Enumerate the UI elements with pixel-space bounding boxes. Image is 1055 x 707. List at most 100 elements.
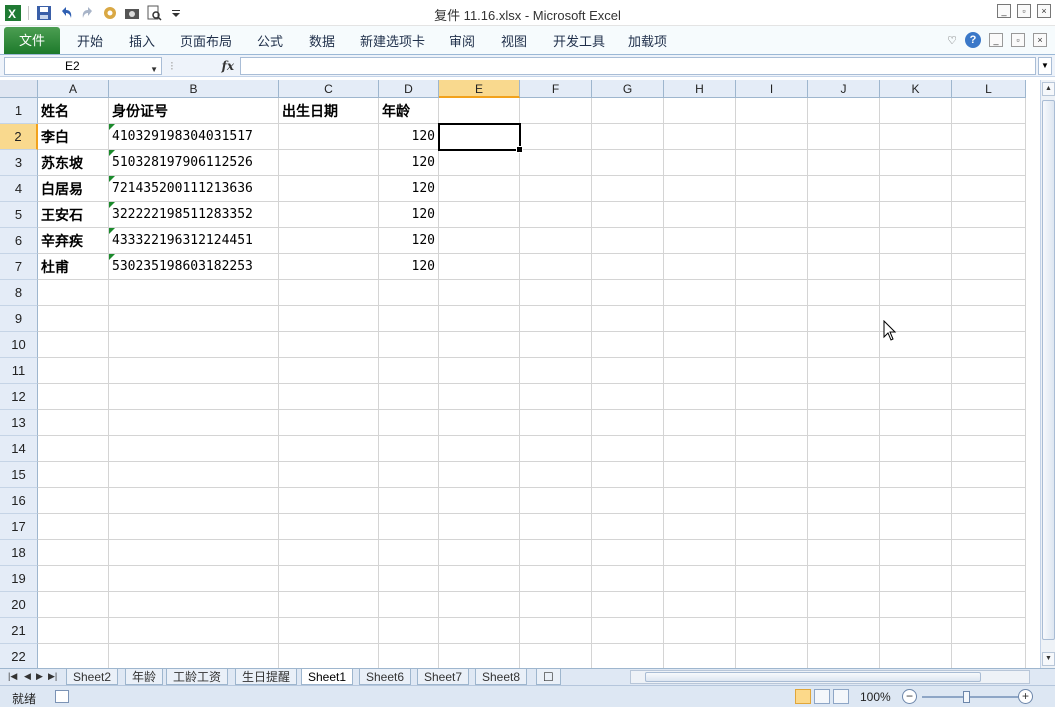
help-icon[interactable]: ? <box>965 32 981 48</box>
cell-k11[interactable] <box>880 358 952 384</box>
cell-c6[interactable] <box>279 228 379 254</box>
cell-c11[interactable] <box>279 358 379 384</box>
column-header-d[interactable]: D <box>379 80 439 98</box>
cell-k7[interactable] <box>880 254 952 280</box>
cell-e12[interactable] <box>439 384 520 410</box>
cell-f5[interactable] <box>520 202 592 228</box>
worksheet-grid[interactable]: A B C D E F G H I J K L 1 姓名 身份证号 出生日期 年龄 2 李白 410329198304… <box>0 80 1040 668</box>
cell-j4[interactable] <box>808 176 880 202</box>
cell-i17[interactable] <box>736 514 808 540</box>
row-header-11[interactable]: 11 <box>0 358 38 384</box>
cell-j1[interactable] <box>808 98 880 124</box>
cell-c10[interactable] <box>279 332 379 358</box>
cell-i20[interactable] <box>736 592 808 618</box>
cell-b10[interactable] <box>109 332 279 358</box>
cell-f3[interactable] <box>520 150 592 176</box>
cell-h18[interactable] <box>664 540 736 566</box>
minimize-icon[interactable]: _ <box>997 4 1011 18</box>
cell-b19[interactable] <box>109 566 279 592</box>
cell-a6[interactable]: 辛弃疾 <box>38 228 109 254</box>
cell-g14[interactable] <box>592 436 664 462</box>
cell-d20[interactable] <box>379 592 439 618</box>
next-sheet-icon[interactable]: ▶ <box>36 671 43 682</box>
cell-e7[interactable] <box>439 254 520 280</box>
cell-e16[interactable] <box>439 488 520 514</box>
cell-b7[interactable]: 530235198603182253 <box>109 254 279 280</box>
cell-d22[interactable] <box>379 644 439 668</box>
cell-c9[interactable] <box>279 306 379 332</box>
cell-l4[interactable] <box>952 176 1026 202</box>
column-header-b[interactable]: B <box>109 80 279 98</box>
cell-l1[interactable] <box>952 98 1026 124</box>
cell-a2[interactable]: 李白 <box>38 124 109 150</box>
cell-j18[interactable] <box>808 540 880 566</box>
cell-k17[interactable] <box>880 514 952 540</box>
cell-g9[interactable] <box>592 306 664 332</box>
formula-input[interactable] <box>240 57 1036 75</box>
row-header-4[interactable]: 4 <box>0 176 38 202</box>
cell-e3[interactable] <box>439 150 520 176</box>
cell-b9[interactable] <box>109 306 279 332</box>
cell-i11[interactable] <box>736 358 808 384</box>
cell-a3[interactable]: 苏东坡 <box>38 150 109 176</box>
cell-b20[interactable] <box>109 592 279 618</box>
cell-h17[interactable] <box>664 514 736 540</box>
sheet-tab-1[interactable]: Sheet2 <box>66 669 119 685</box>
cell-e17[interactable] <box>439 514 520 540</box>
expand-formula-bar-icon[interactable]: ▼ <box>1038 57 1052 75</box>
cell-g18[interactable] <box>592 540 664 566</box>
cell-h12[interactable] <box>664 384 736 410</box>
cell-l14[interactable] <box>952 436 1026 462</box>
cell-d4[interactable]: 120 <box>379 176 439 202</box>
row-header-22[interactable]: 22 <box>0 644 38 668</box>
cell-g15[interactable] <box>592 462 664 488</box>
cell-k3[interactable] <box>880 150 952 176</box>
cell-d2[interactable]: 120 <box>379 124 439 150</box>
cell-j19[interactable] <box>808 566 880 592</box>
cell-b1[interactable]: 身份证号 <box>109 98 279 124</box>
cell-g17[interactable] <box>592 514 664 540</box>
tab-formulas[interactable]: 公式 <box>257 31 283 50</box>
cell-g6[interactable] <box>592 228 664 254</box>
insert-sheet-icon[interactable]: ☐ <box>536 669 561 685</box>
cell-d10[interactable] <box>379 332 439 358</box>
cell-d1[interactable]: 年龄 <box>379 98 439 124</box>
cell-h9[interactable] <box>664 306 736 332</box>
close-icon[interactable]: × <box>1037 4 1051 18</box>
chevron-down-icon[interactable]: ▼ <box>150 62 158 78</box>
cell-k13[interactable] <box>880 410 952 436</box>
cell-a16[interactable] <box>38 488 109 514</box>
cell-d11[interactable] <box>379 358 439 384</box>
tab-add-ins[interactable]: 加载项 <box>628 31 667 50</box>
cell-g4[interactable] <box>592 176 664 202</box>
cell-a19[interactable] <box>38 566 109 592</box>
cell-f11[interactable] <box>520 358 592 384</box>
cell-g13[interactable] <box>592 410 664 436</box>
cell-a8[interactable] <box>38 280 109 306</box>
cell-i9[interactable] <box>736 306 808 332</box>
cell-a12[interactable] <box>38 384 109 410</box>
cell-c19[interactable] <box>279 566 379 592</box>
cell-l17[interactable] <box>952 514 1026 540</box>
cell-b11[interactable] <box>109 358 279 384</box>
cell-j16[interactable] <box>808 488 880 514</box>
cell-h20[interactable] <box>664 592 736 618</box>
cell-h16[interactable] <box>664 488 736 514</box>
cell-e11[interactable] <box>439 358 520 384</box>
cell-e5[interactable] <box>439 202 520 228</box>
cell-c15[interactable] <box>279 462 379 488</box>
cell-b5[interactable]: 322222198511283352 <box>109 202 279 228</box>
cell-f13[interactable] <box>520 410 592 436</box>
cell-j13[interactable] <box>808 410 880 436</box>
column-header-f[interactable]: F <box>520 80 592 98</box>
cell-d6[interactable]: 120 <box>379 228 439 254</box>
tab-new-tab[interactable]: 新建选项卡 <box>360 31 425 50</box>
cell-i2[interactable] <box>736 124 808 150</box>
cell-b22[interactable] <box>109 644 279 668</box>
cell-i7[interactable] <box>736 254 808 280</box>
cell-l7[interactable] <box>952 254 1026 280</box>
cell-k22[interactable] <box>880 644 952 668</box>
cell-k15[interactable] <box>880 462 952 488</box>
page-break-view-icon[interactable] <box>833 689 849 704</box>
cell-g12[interactable] <box>592 384 664 410</box>
